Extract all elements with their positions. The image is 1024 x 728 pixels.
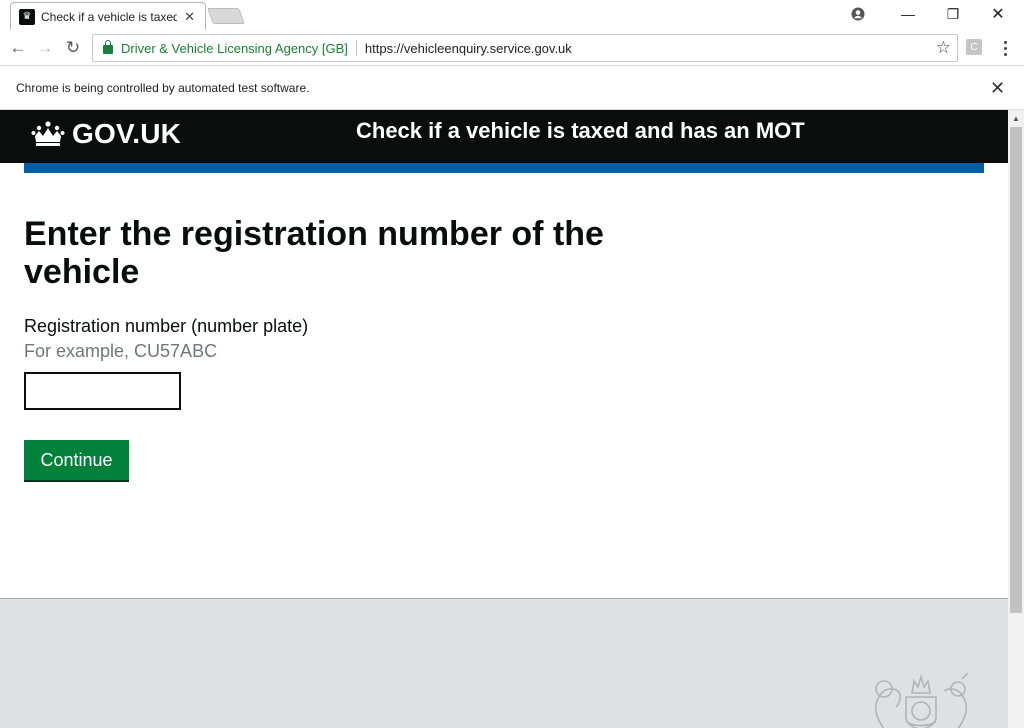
infobar-close-icon[interactable]: ✕ (990, 78, 1005, 99)
royal-coat-of-arms-icon (874, 673, 969, 728)
tab-close-icon[interactable]: ✕ (184, 9, 195, 25)
continue-button[interactable]: Continue (24, 440, 129, 480)
crown-icon (31, 121, 65, 146)
service-name-link[interactable]: Check if a vehicle is taxed and has an M… (356, 118, 805, 144)
address-bar[interactable]: Driver & Vehicle Licensing Agency [GB] h… (92, 34, 958, 62)
govuk-header: GOV.UK Check if a vehicle is taxed and h… (0, 110, 1008, 163)
registration-number-input[interactable] (24, 372, 181, 410)
browser-toolbar: ← → ↻ Driver & Vehicle Licensing Agency … (0, 30, 1024, 66)
close-window-button[interactable]: ✕ (986, 4, 1010, 24)
page-heading: Enter the registration number of the veh… (24, 215, 604, 291)
govuk-home-link[interactable]: GOV.UK (30, 118, 181, 150)
reload-icon[interactable]: ↻ (62, 37, 84, 59)
account-circle-icon[interactable] (846, 4, 870, 24)
site-identity[interactable]: Driver & Vehicle Licensing Agency [GB] (121, 41, 348, 56)
header-blue-stripe (24, 163, 984, 173)
omnibox-divider (355, 40, 357, 56)
url-text[interactable]: https://vehicleenquiry.service.gov.uk (365, 41, 572, 56)
scrollbar-thumb[interactable] (1010, 127, 1022, 613)
lock-icon (103, 40, 113, 54)
scroll-up-arrow-icon[interactable]: ▲ (1008, 110, 1024, 126)
back-arrow-icon[interactable]: ← (7, 37, 29, 59)
page-scrollbar[interactable]: ▲ (1008, 110, 1024, 728)
govuk-logotype: GOV.UK (72, 118, 182, 149)
tab-title: Check if a vehicle is taxed (41, 9, 177, 24)
govuk-favicon-icon: ♛ (19, 8, 35, 25)
bookmark-star-icon[interactable]: ☆ (936, 38, 951, 58)
browser-menu-icon[interactable] (997, 37, 1013, 59)
forward-arrow-icon[interactable]: → (34, 37, 56, 59)
restore-window-button[interactable]: ❐ (941, 4, 965, 24)
browser-tab[interactable]: ♛ Check if a vehicle is taxed ✕ (10, 2, 206, 30)
new-tab-button[interactable] (207, 8, 245, 24)
browser-titlebar: ♛ Check if a vehicle is taxed ✕ — ❐ ✕ (0, 0, 1024, 30)
page-viewport: GOV.UK Check if a vehicle is taxed and h… (0, 110, 1008, 728)
registration-hint: For example, CU57ABC (24, 341, 218, 361)
automation-infobar: Chrome is being controlled by automated … (0, 66, 1024, 110)
minimize-window-button[interactable]: — (896, 4, 920, 24)
page-footer (0, 598, 1008, 728)
registration-label: Registration number (number plate) (24, 316, 309, 336)
extension-icon[interactable]: C (966, 39, 982, 55)
infobar-message: Chrome is being controlled by automated … (16, 80, 310, 95)
